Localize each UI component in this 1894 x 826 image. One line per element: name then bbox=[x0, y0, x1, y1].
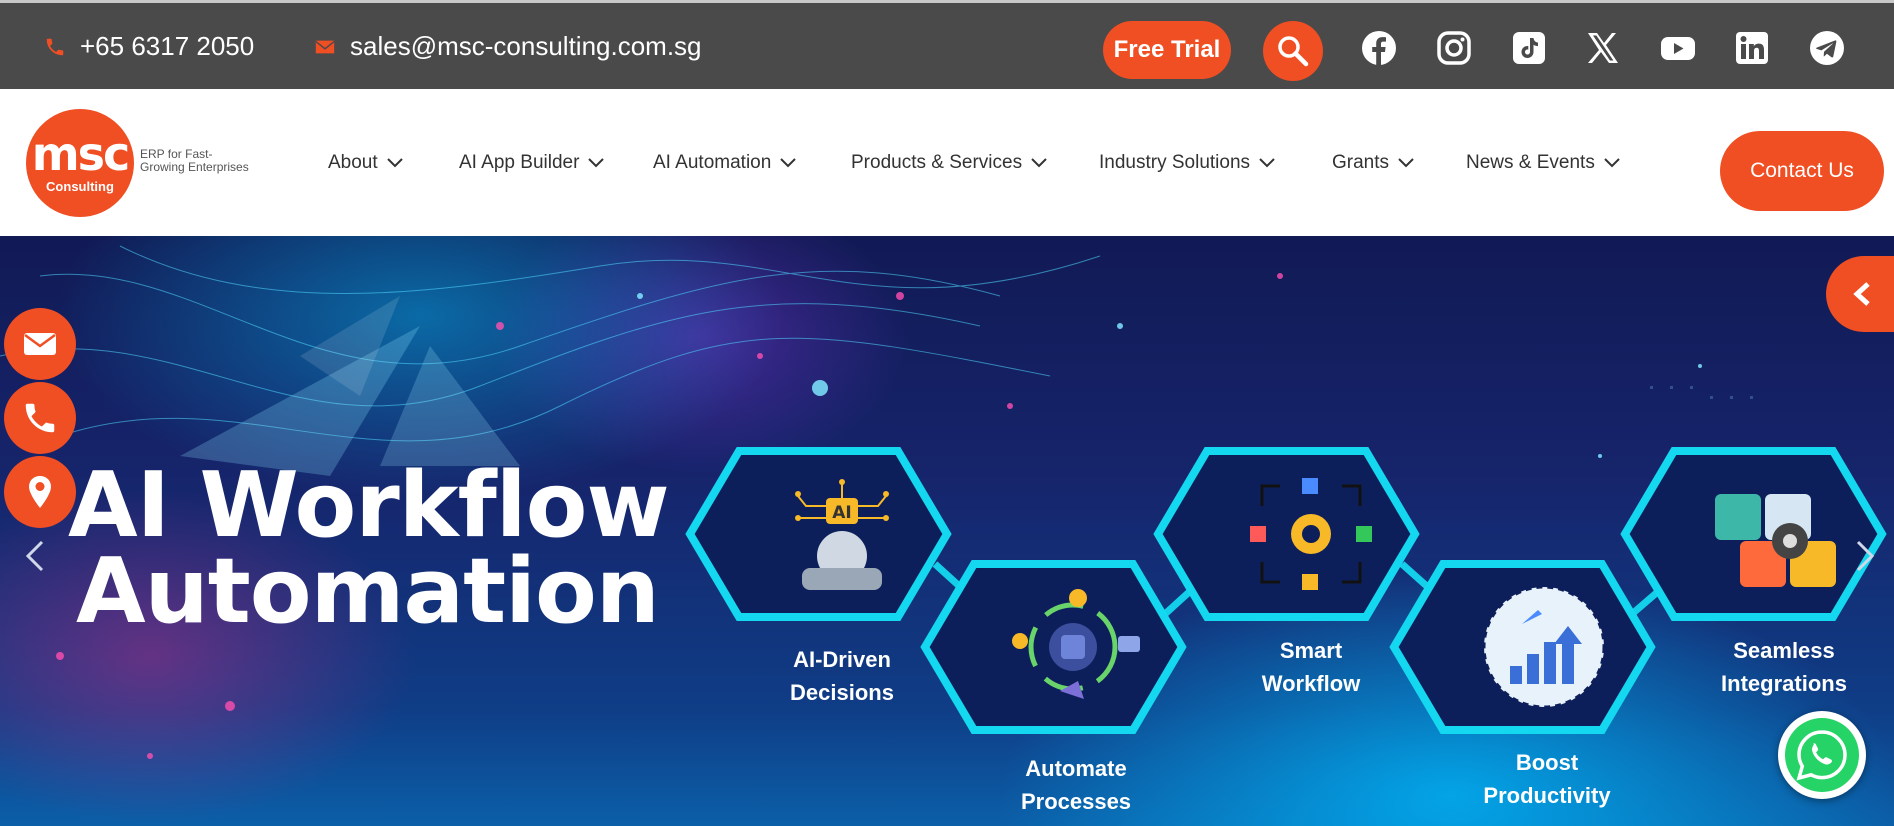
nav-grants[interactable]: Grants bbox=[1332, 152, 1414, 174]
phone-icon bbox=[46, 38, 64, 55]
feature-label-line1: Seamless bbox=[1733, 638, 1835, 663]
feature-label-line1: Automate bbox=[1025, 756, 1127, 781]
productivity-chart-icon bbox=[1482, 585, 1606, 709]
slider-prev-arrow[interactable] bbox=[20, 536, 50, 576]
nav-label: Products & Services bbox=[851, 152, 1023, 173]
instagram-icon[interactable] bbox=[1436, 30, 1472, 66]
contact-us-button[interactable]: Contact Us bbox=[1720, 131, 1884, 211]
search-button[interactable] bbox=[1263, 21, 1323, 81]
whatsapp-chat-button[interactable] bbox=[1778, 711, 1866, 799]
nav-label: About bbox=[328, 152, 378, 173]
phone-icon bbox=[25, 403, 55, 433]
chevron-down-icon bbox=[588, 158, 605, 168]
float-email-button[interactable] bbox=[4, 308, 76, 380]
feature-boost-productivity: Boost Productivity bbox=[1447, 746, 1647, 812]
tiktok-icon[interactable] bbox=[1511, 30, 1547, 66]
nav-label: News & Events bbox=[1466, 152, 1595, 173]
feature-label-line2: Workflow bbox=[1261, 671, 1361, 696]
telegram-icon[interactable] bbox=[1809, 30, 1845, 66]
hero-banner: AI AI Workflow Automation AI-Driven Deci… bbox=[0, 236, 1894, 826]
nav-label: AI Automation bbox=[653, 152, 772, 173]
chevron-left-icon bbox=[1853, 282, 1870, 306]
hero-title-line2: Automation bbox=[76, 539, 660, 644]
logo-wordmark: msc bbox=[31, 127, 131, 181]
email-address: sales@msc-consulting.com.sg bbox=[350, 31, 702, 61]
nav-label: AI App Builder bbox=[459, 152, 580, 173]
map-pin-icon bbox=[29, 476, 51, 508]
email-contact[interactable]: sales@msc-consulting.com.sg bbox=[314, 31, 702, 62]
nav-about[interactable]: About bbox=[328, 152, 403, 174]
hex-ai-decisions bbox=[685, 447, 952, 621]
float-phone-button[interactable] bbox=[4, 382, 76, 454]
phone-contact[interactable]: +65 6317 2050 bbox=[44, 31, 254, 62]
float-location-button[interactable] bbox=[4, 456, 76, 528]
envelope-icon bbox=[315, 40, 335, 53]
feature-label-line2: Integrations bbox=[1721, 671, 1847, 696]
ai-badge-text: AI bbox=[832, 503, 851, 523]
top-bar: +65 6317 2050 sales@msc-consulting.com.s… bbox=[0, 0, 1894, 89]
logo-subtext: Consulting bbox=[46, 179, 114, 194]
search-icon bbox=[1278, 36, 1309, 67]
company-logo[interactable]: msc Consulting bbox=[26, 109, 134, 217]
chevron-down-icon bbox=[1398, 158, 1414, 168]
chevron-down-icon bbox=[780, 158, 797, 168]
feature-seamless-integrations: Seamless Integrations bbox=[1684, 634, 1884, 700]
linkedin-icon[interactable] bbox=[1734, 30, 1770, 66]
feature-label-line1: AI-Driven bbox=[793, 647, 891, 672]
facebook-icon[interactable] bbox=[1361, 30, 1397, 66]
chevron-down-icon bbox=[1031, 158, 1047, 168]
nav-label: Grants bbox=[1332, 152, 1390, 173]
free-trial-button[interactable]: Free Trial bbox=[1103, 21, 1231, 79]
youtube-icon[interactable] bbox=[1660, 30, 1696, 66]
feature-label-line1: Boost bbox=[1515, 750, 1579, 775]
site-header: msc Consulting ERP for Fast-Growing Ente… bbox=[0, 89, 1894, 236]
chevron-down-icon bbox=[1259, 158, 1275, 168]
x-icon[interactable] bbox=[1585, 30, 1621, 66]
logo-tagline: ERP for Fast-Growing Enterprises bbox=[140, 147, 249, 174]
feature-label-line1: Smart bbox=[1279, 638, 1343, 663]
slider-next-arrow[interactable] bbox=[1850, 536, 1880, 576]
feature-smart-workflow: Smart Workflow bbox=[1211, 634, 1411, 700]
hero-title-line1: AI Workflow bbox=[68, 453, 670, 558]
feature-label-line2: Processes bbox=[1020, 789, 1132, 814]
chevron-down-icon bbox=[1604, 158, 1620, 168]
feature-ai-driven-decisions: AI-Driven Decisions bbox=[742, 643, 942, 709]
chevron-down-icon bbox=[386, 158, 403, 168]
feature-automate-processes: Automate Processes bbox=[976, 752, 1176, 818]
nav-ai-automation[interactable]: AI Automation bbox=[653, 152, 797, 174]
envelope-icon bbox=[24, 333, 56, 355]
nav-news-events[interactable]: News & Events bbox=[1466, 152, 1620, 174]
side-panel-toggle[interactable] bbox=[1826, 256, 1894, 332]
hero-title: AI Workflow Automation bbox=[68, 453, 670, 644]
nav-label: Industry Solutions bbox=[1099, 152, 1251, 173]
nav-industry-solutions[interactable]: Industry Solutions bbox=[1099, 152, 1275, 174]
nav-products-services[interactable]: Products & Services bbox=[851, 152, 1047, 174]
hex-smart-workflow bbox=[1153, 447, 1420, 621]
whatsapp-icon bbox=[1785, 718, 1859, 792]
feature-label-line2: Productivity bbox=[1483, 783, 1611, 808]
feature-label-line2: Decisions bbox=[790, 680, 894, 705]
phone-number: +65 6317 2050 bbox=[80, 31, 255, 61]
nav-ai-app-builder[interactable]: AI App Builder bbox=[459, 152, 605, 174]
